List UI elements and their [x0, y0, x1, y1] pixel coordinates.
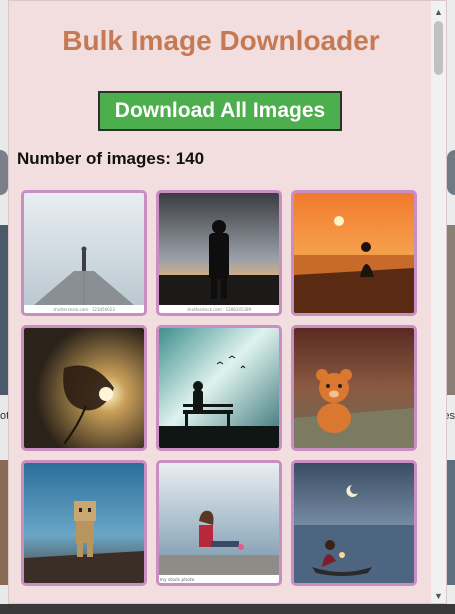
image-thumbnail[interactable]: shutterstock.com · 1288345389: [156, 190, 282, 316]
watermark-text: shutterstock.com · 1288345389: [187, 307, 252, 312]
scrollbar-thumb[interactable]: [434, 21, 443, 75]
background-image: [0, 225, 8, 395]
thumbnail-image: my stock photo: [159, 463, 279, 583]
thumbnail-image: shutterstock.com · 1288345389: [159, 193, 279, 313]
thumbnail-image: [24, 328, 144, 448]
image-thumbnail[interactable]: [21, 325, 147, 451]
popup-content: Bulk Image Downloader Download All Image…: [9, 1, 433, 603]
background-image: [447, 225, 455, 395]
image-thumbnail[interactable]: [21, 460, 147, 586]
extension-popup: Bulk Image Downloader Download All Image…: [8, 0, 447, 604]
download-all-button[interactable]: Download All Images: [98, 91, 342, 131]
thumbnail-image: [159, 328, 279, 448]
background-page-right: es: [443, 0, 455, 614]
background-image: [447, 460, 455, 585]
image-thumbnail[interactable]: [156, 325, 282, 451]
thumbnail-image: shutterstock.com · 123456023: [24, 193, 144, 313]
popup-scrollbar[interactable]: ▲ ▼: [431, 1, 446, 603]
thumbnail-image: [294, 193, 414, 313]
image-count: Number of images: 140: [17, 149, 205, 168]
watermark-text: my stock photo: [160, 577, 195, 583]
background-image: [0, 460, 8, 585]
background-image: [0, 150, 8, 195]
background-page-left: ot: [0, 0, 9, 614]
image-thumbnail[interactable]: shutterstock.com · 123456023: [21, 190, 147, 316]
thumbnail-image: [294, 328, 414, 448]
thumbnail-image: [24, 463, 144, 583]
image-thumbnail[interactable]: [291, 325, 417, 451]
background-page-bottom: [0, 604, 455, 614]
image-grid: shutterstock.com · 123456023 shutterstoc…: [21, 190, 421, 586]
image-thumbnail[interactable]: [291, 190, 417, 316]
image-thumbnail[interactable]: [291, 460, 417, 586]
scroll-up-arrow-icon[interactable]: ▲: [431, 5, 446, 19]
background-image: [447, 150, 455, 195]
image-thumbnail[interactable]: my stock photo: [156, 460, 282, 586]
page-title: Bulk Image Downloader: [62, 25, 380, 56]
thumbnail-image: [294, 463, 414, 583]
watermark-text: shutterstock.com · 123456023: [53, 307, 115, 312]
scroll-down-arrow-icon[interactable]: ▼: [431, 589, 446, 603]
